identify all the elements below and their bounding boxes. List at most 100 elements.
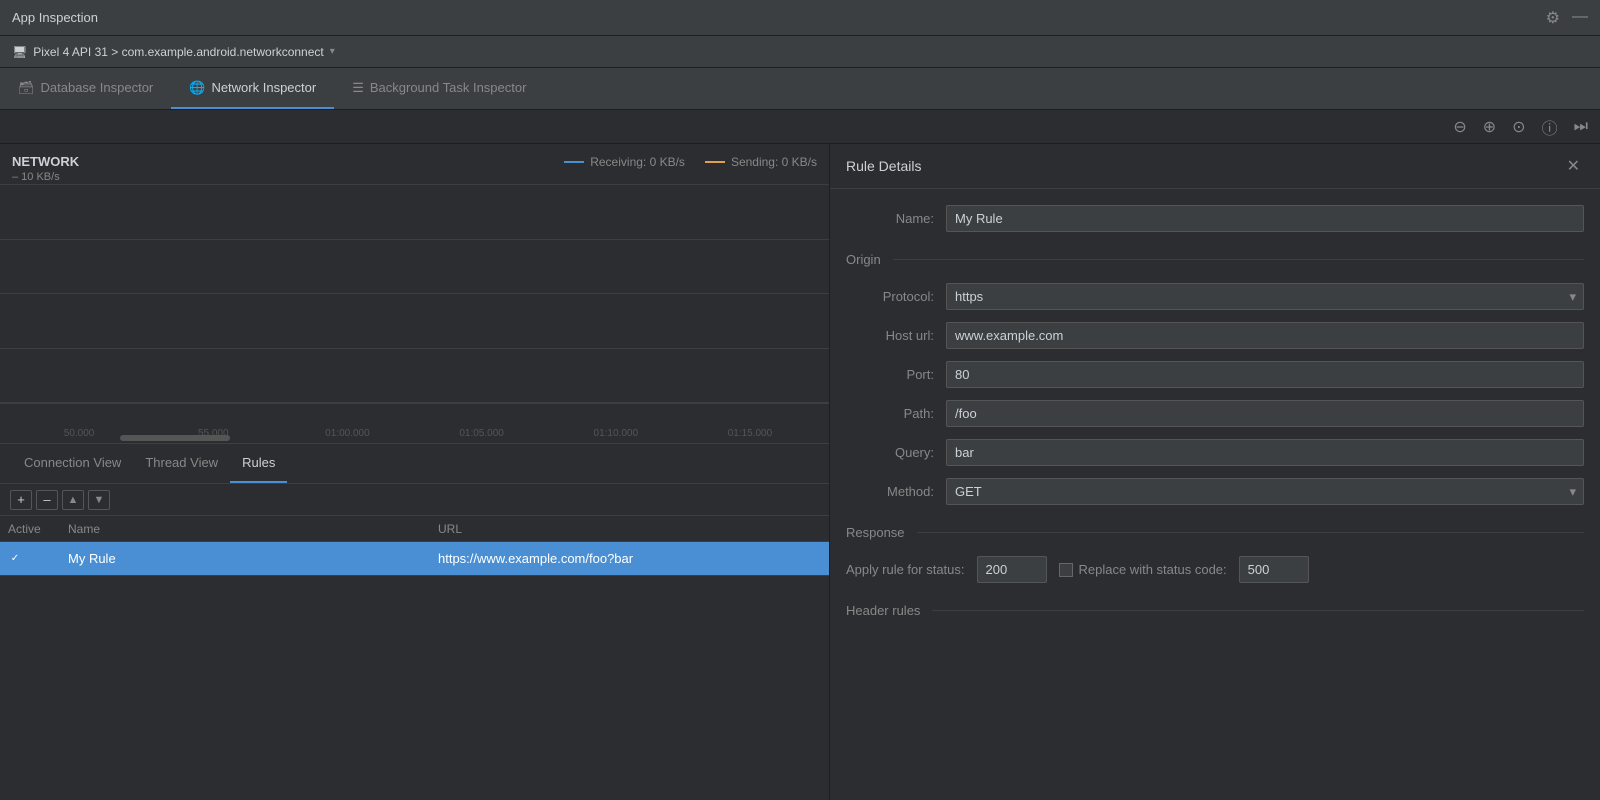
- device-chevron-icon: ▾: [330, 46, 335, 57]
- tab-background-inspector[interactable]: ☰ Background Task Inspector: [334, 68, 544, 109]
- col-header-name: Name: [68, 522, 438, 536]
- tab-database-inspector[interactable]: 🗃 Database Inspector: [0, 68, 171, 109]
- tab-rules[interactable]: Rules: [230, 444, 287, 483]
- query-label: Query:: [846, 445, 946, 460]
- rules-table: Active Name URL My Rule https://www.exam…: [0, 516, 829, 800]
- network-chart-title: NETWORK: [12, 154, 79, 169]
- origin-line: [893, 259, 1584, 260]
- zoom-in-button[interactable]: ⊕: [1479, 115, 1500, 139]
- host-url-label: Host url:: [846, 328, 946, 343]
- col-header-active: Active: [8, 522, 68, 536]
- title-bar-controls: ⚙ —: [1546, 8, 1588, 28]
- response-line: [917, 532, 1584, 533]
- receiving-legend: Receiving: 0 KB/s: [564, 155, 685, 169]
- sending-legend: Sending: 0 KB/s: [705, 155, 817, 169]
- tick-2: 01:00.000: [280, 428, 414, 443]
- header-rules-label: Header rules: [846, 603, 920, 618]
- minimize-icon[interactable]: —: [1572, 8, 1588, 28]
- sending-dot: [705, 161, 725, 163]
- timeline-scrollbar[interactable]: [120, 435, 230, 441]
- tab-connection-view[interactable]: Connection View: [12, 444, 133, 483]
- add-rule-button[interactable]: +: [10, 490, 32, 510]
- sending-label: Sending: 0 KB/s: [731, 155, 817, 169]
- device-bar: 🖥 Pixel 4 API 31 > com.example.android.n…: [0, 36, 1600, 68]
- reset-zoom-button[interactable]: ⊙: [1508, 115, 1529, 139]
- response-label: Response: [846, 525, 905, 540]
- chart-grid: [0, 184, 829, 403]
- timeline-area: 50.000 55.000 01:00.000 01:05.000 01:10.…: [0, 404, 829, 444]
- main-content: NETWORK Receiving: 0 KB/s Sending: 0 KB/…: [0, 144, 1600, 800]
- protocol-row: Protocol: https http: [846, 283, 1584, 310]
- name-label: Name:: [846, 211, 946, 226]
- remove-rule-button[interactable]: –: [36, 490, 58, 510]
- tick-3: 01:05.000: [415, 428, 549, 443]
- rule-details-header: Rule Details ✕: [830, 144, 1600, 189]
- rule-details-title: Rule Details: [846, 158, 921, 174]
- move-rule-up-button[interactable]: ▲: [62, 490, 84, 510]
- protocol-select[interactable]: https http: [946, 283, 1584, 310]
- tab-database-label: Database Inspector: [41, 80, 154, 95]
- method-select[interactable]: GET POST PUT DELETE PATCH: [946, 478, 1584, 505]
- left-panel: NETWORK Receiving: 0 KB/s Sending: 0 KB/…: [0, 144, 830, 800]
- path-label: Path:: [846, 406, 946, 421]
- rule-active-checkbox[interactable]: [8, 552, 22, 566]
- header-rules-line: [932, 610, 1584, 611]
- rules-toolbar: + – ▲ ▼: [0, 484, 829, 516]
- query-row: Query:: [846, 439, 1584, 466]
- name-row: Name:: [846, 205, 1584, 232]
- connection-view-label: Connection View: [24, 455, 121, 470]
- protocol-select-wrapper: https http: [946, 283, 1584, 310]
- receiving-label: Receiving: 0 KB/s: [590, 155, 685, 169]
- network-chart-subtitle: – 10 KB/s: [12, 171, 817, 183]
- protocol-label: Protocol:: [846, 289, 946, 304]
- database-icon: 🗃: [18, 80, 35, 96]
- tick-4: 01:10.000: [549, 428, 683, 443]
- network-chart: NETWORK Receiving: 0 KB/s Sending: 0 KB/…: [0, 144, 829, 404]
- apply-rule-label: Apply rule for status:: [846, 562, 965, 577]
- origin-separator: Origin: [846, 252, 1584, 267]
- port-label: Port:: [846, 367, 946, 382]
- settings-icon[interactable]: ⚙: [1546, 8, 1560, 28]
- path-input[interactable]: [946, 400, 1584, 427]
- info-button[interactable]: ⓘ: [1538, 113, 1562, 141]
- replace-status-label: Replace with status code:: [1059, 562, 1227, 577]
- host-url-input[interactable]: [946, 322, 1584, 349]
- origin-label: Origin: [846, 252, 881, 267]
- apply-rule-input[interactable]: [977, 556, 1047, 583]
- device-selector[interactable]: 🖥 Pixel 4 API 31 > com.example.android.n…: [12, 45, 335, 59]
- app-title: App Inspection: [12, 10, 98, 25]
- replace-status-input[interactable]: [1239, 556, 1309, 583]
- close-rule-details-button[interactable]: ✕: [1563, 156, 1584, 176]
- view-tabs: Connection View Thread View Rules: [0, 444, 829, 484]
- response-separator: Response: [846, 525, 1584, 540]
- network-legend: Receiving: 0 KB/s Sending: 0 KB/s: [564, 155, 817, 169]
- zoom-out-button[interactable]: ⊖: [1449, 115, 1470, 139]
- tab-background-label: Background Task Inspector: [370, 80, 527, 95]
- receiving-dot: [564, 161, 584, 163]
- rules-table-header: Active Name URL: [0, 516, 829, 542]
- chart-toolbar: ⊖ ⊕ ⊙ ⓘ ⏭: [0, 110, 1600, 144]
- tab-network-label: Network Inspector: [211, 80, 316, 95]
- col-header-url: URL: [438, 522, 821, 536]
- rule-form: Name: Origin Protocol: https http: [830, 189, 1600, 650]
- network-chart-header: NETWORK Receiving: 0 KB/s Sending: 0 KB/…: [12, 154, 817, 169]
- title-bar: App Inspection ⚙ —: [0, 0, 1600, 36]
- tab-thread-view[interactable]: Thread View: [133, 444, 230, 483]
- query-input[interactable]: [946, 439, 1584, 466]
- status-row: Apply rule for status: Replace with stat…: [846, 556, 1584, 583]
- skip-to-end-button[interactable]: ⏭: [1570, 116, 1592, 138]
- tab-network-inspector[interactable]: 🌐 Network Inspector: [171, 68, 334, 109]
- rule-name-cell: My Rule: [68, 551, 438, 566]
- rule-details-panel: Rule Details ✕ Name: Origin Protocol: ht…: [830, 144, 1600, 800]
- background-icon: ☰: [352, 80, 364, 96]
- replace-status-checkbox[interactable]: [1059, 563, 1073, 577]
- header-rules-separator: Header rules: [846, 603, 1584, 618]
- path-row: Path:: [846, 400, 1584, 427]
- port-input[interactable]: [946, 361, 1584, 388]
- move-rule-down-button[interactable]: ▼: [88, 490, 110, 510]
- method-row: Method: GET POST PUT DELETE PATCH: [846, 478, 1584, 505]
- table-row[interactable]: My Rule https://www.example.com/foo?bar: [0, 542, 829, 576]
- thread-view-label: Thread View: [145, 455, 218, 470]
- tick-5: 01:15.000: [683, 428, 817, 443]
- name-input[interactable]: [946, 205, 1584, 232]
